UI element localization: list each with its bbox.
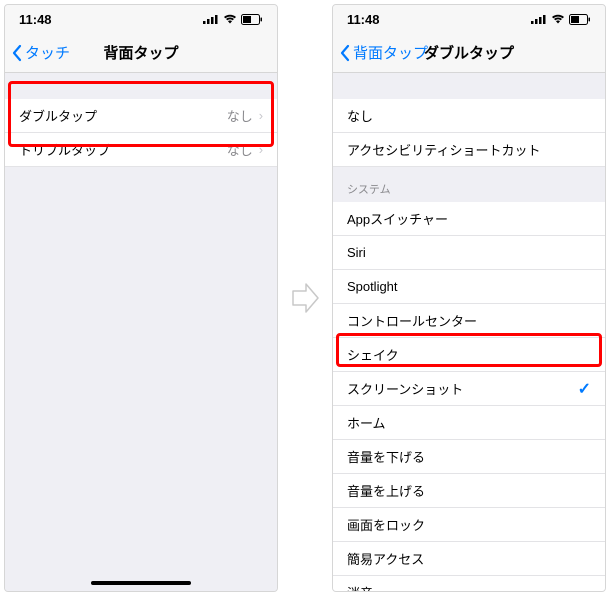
chevron-right-icon: › — [259, 108, 263, 123]
row-label: 音量を下げる — [347, 447, 591, 466]
row-label: 消音 — [347, 583, 591, 591]
wifi-icon — [223, 14, 237, 24]
screen-double-tap: 11:48 背面タップ ダブルタップ なし アクセシビリティショートカット シス… — [332, 4, 606, 592]
nav-bar: 背面タップ ダブルタップ — [333, 33, 605, 73]
row-label: シェイク — [347, 345, 591, 364]
checkmark-icon: ✓ — [578, 379, 591, 399]
back-label: 背面タップ — [353, 42, 428, 63]
page-title: ダブルタップ — [424, 42, 514, 63]
row-label: コントロールセンター — [347, 311, 591, 330]
screen-back-tap: 11:48 タッチ 背面タップ ダブルタップ なし › トリプルタップ — [4, 4, 278, 592]
row-label: トリプルタップ — [19, 140, 227, 159]
row-volume-down[interactable]: 音量を下げる — [333, 440, 605, 474]
row-label: 音量を上げる — [347, 481, 591, 500]
status-time: 11:48 — [347, 12, 380, 27]
row-shake[interactable]: シェイク — [333, 338, 605, 372]
back-button[interactable]: タッチ — [11, 42, 70, 63]
arrow-right-icon — [290, 281, 320, 315]
row-volume-up[interactable]: 音量を上げる — [333, 474, 605, 508]
status-bar: 11:48 — [5, 5, 277, 33]
nav-bar: タッチ 背面タップ — [5, 33, 277, 73]
back-button[interactable]: 背面タップ — [339, 42, 428, 63]
home-indicator — [91, 581, 191, 585]
back-label: タッチ — [25, 42, 70, 63]
page-title: 背面タップ — [104, 42, 179, 63]
battery-icon — [569, 14, 591, 25]
section-header-system: システム — [333, 167, 605, 202]
wifi-icon — [551, 14, 565, 24]
row-label: ダブルタップ — [19, 106, 227, 125]
signal-icon — [203, 14, 219, 24]
row-accessibility-shortcut[interactable]: アクセシビリティショートカット — [333, 133, 605, 167]
row-lock-screen[interactable]: 画面をロック — [333, 508, 605, 542]
row-double-tap[interactable]: ダブルタップ なし › — [5, 99, 277, 133]
row-value: なし — [227, 140, 253, 159]
row-reachability[interactable]: 簡易アクセス — [333, 542, 605, 576]
battery-icon — [241, 14, 263, 25]
row-spotlight[interactable]: Spotlight — [333, 270, 605, 304]
row-value: なし — [227, 106, 253, 125]
row-label: なし — [347, 106, 591, 125]
row-triple-tap[interactable]: トリプルタップ なし › — [5, 133, 277, 167]
row-app-switcher[interactable]: Appスイッチャー — [333, 202, 605, 236]
row-label: 画面をロック — [347, 515, 591, 534]
status-time: 11:48 — [19, 12, 52, 27]
row-label: 簡易アクセス — [347, 549, 591, 568]
row-siri[interactable]: Siri — [333, 236, 605, 270]
row-label: Spotlight — [347, 279, 591, 294]
row-label: Appスイッチャー — [347, 209, 591, 228]
row-label: ホーム — [347, 413, 591, 432]
transition-arrow — [288, 4, 322, 592]
status-indicators — [203, 14, 263, 25]
chevron-right-icon: › — [259, 142, 263, 157]
row-mute[interactable]: 消音 — [333, 576, 605, 591]
chevron-left-icon — [11, 44, 23, 62]
status-bar: 11:48 — [333, 5, 605, 33]
row-label: Siri — [347, 245, 591, 260]
settings-list[interactable]: ダブルタップ なし › トリプルタップ なし › — [5, 73, 277, 591]
row-label: アクセシビリティショートカット — [347, 140, 591, 159]
chevron-left-icon — [339, 44, 351, 62]
row-control-center[interactable]: コントロールセンター — [333, 304, 605, 338]
row-label: スクリーンショット — [347, 379, 578, 398]
row-screenshot[interactable]: スクリーンショット ✓ — [333, 372, 605, 406]
settings-list[interactable]: なし アクセシビリティショートカット システム Appスイッチャー Siri S… — [333, 73, 605, 591]
row-home[interactable]: ホーム — [333, 406, 605, 440]
row-none[interactable]: なし — [333, 99, 605, 133]
signal-icon — [531, 14, 547, 24]
status-indicators — [531, 14, 591, 25]
